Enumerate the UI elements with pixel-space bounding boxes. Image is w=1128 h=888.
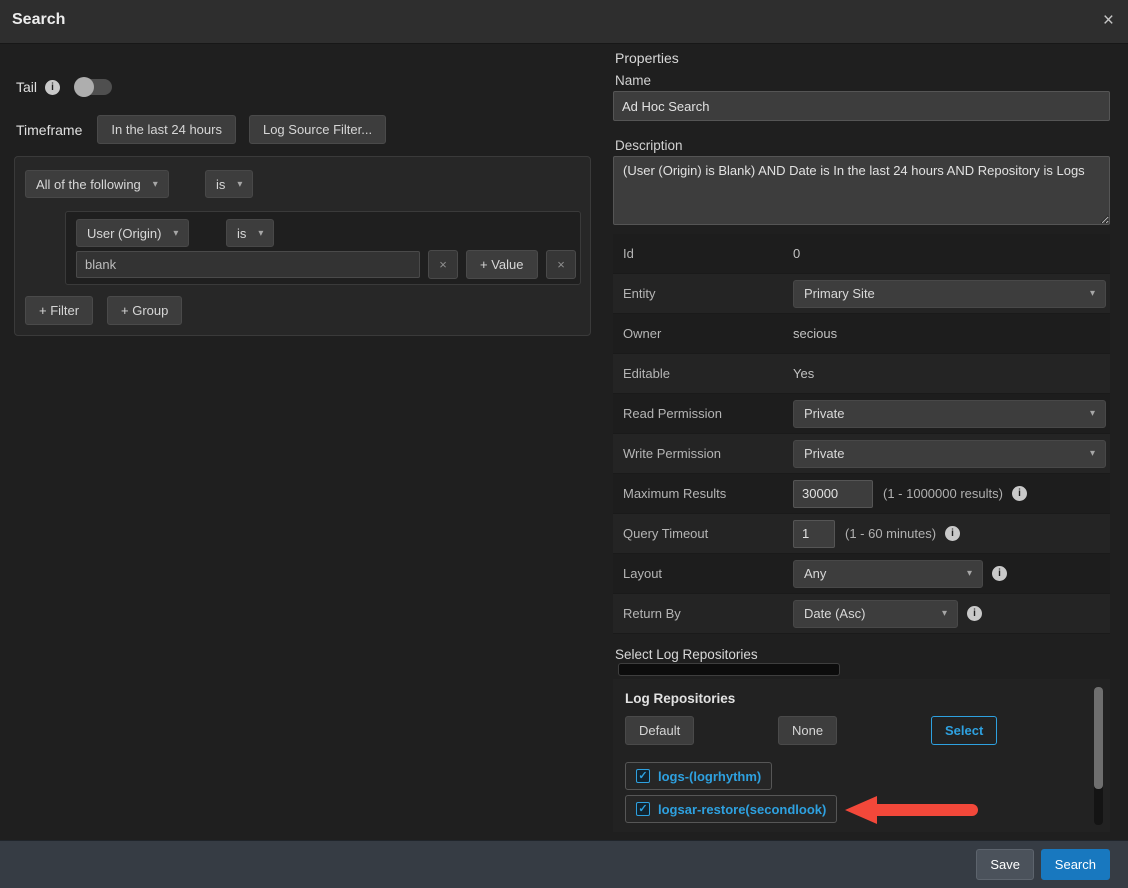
repo-item-logs-logrhythm[interactable]: ✓ logs-(logrhythm)	[625, 762, 772, 790]
chevron-down-icon: ▾	[1090, 448, 1095, 459]
description-label: Description	[615, 138, 683, 153]
entity-dropdown[interactable]: Primary Site ▾	[793, 280, 1106, 308]
properties-heading: Properties	[615, 50, 679, 66]
save-button[interactable]: Save	[976, 849, 1034, 880]
chevron-down-icon: ▾	[967, 568, 972, 579]
prop-row-layout: Layout Any ▾ i	[613, 554, 1110, 594]
log-repositories-title: Log Repositories	[625, 691, 735, 706]
select-log-repositories-heading: Select Log Repositories	[615, 647, 758, 662]
arrow-head	[845, 796, 877, 824]
prop-label: Editable	[623, 366, 793, 381]
return-by-dropdown[interactable]: Date (Asc) ▾	[793, 600, 958, 628]
default-button[interactable]: Default	[625, 716, 694, 745]
info-icon[interactable]: i	[1012, 486, 1027, 501]
properties-table: Id 0 Entity Primary Site ▾ Owner secious…	[613, 234, 1110, 634]
group-condition-dropdown[interactable]: is ▾	[205, 170, 253, 198]
none-button[interactable]: None	[778, 716, 837, 745]
dialog-footer: Save Search	[0, 840, 1128, 888]
info-icon[interactable]: i	[945, 526, 960, 541]
prop-row-owner: Owner secious	[613, 314, 1110, 354]
close-icon[interactable]: ×	[1103, 9, 1114, 33]
rule-field-dropdown[interactable]: User (Origin) ▾	[76, 219, 189, 247]
add-filter-button[interactable]: + Filter	[25, 296, 93, 325]
dialog-title: Search	[12, 11, 65, 29]
checkbox-checked-icon[interactable]: ✓	[636, 802, 650, 816]
prop-label: Maximum Results	[623, 486, 793, 501]
layout-dropdown[interactable]: Any ▾	[793, 560, 983, 588]
write-permission-dropdown[interactable]: Private ▾	[793, 440, 1106, 468]
repo-item-label: logsar-restore(secondlook)	[658, 802, 826, 817]
read-permission-dropdown[interactable]: Private ▾	[793, 400, 1106, 428]
chevron-down-icon: ▾	[173, 228, 178, 239]
filter-rule: User (Origin) ▾ is ▾ × + Value ×	[65, 211, 581, 285]
prop-row-read-permission: Read Permission Private ▾	[613, 394, 1110, 434]
prop-label: Read Permission	[623, 406, 793, 421]
repo-item-logsar-restore-secondlook[interactable]: ✓ logsar-restore(secondlook)	[625, 795, 837, 823]
arrow-bar	[875, 804, 978, 816]
group-operator-dropdown[interactable]: All of the following ▾	[25, 170, 169, 198]
rule-value-input[interactable]	[76, 251, 420, 278]
search-button[interactable]: Search	[1041, 849, 1110, 880]
prop-value: Yes	[793, 366, 814, 381]
prop-label: Owner	[623, 326, 793, 341]
prop-row-maximum-results: Maximum Results (1 - 1000000 results) i	[613, 474, 1110, 514]
name-label: Name	[615, 73, 651, 88]
range-hint: (1 - 1000000 results)	[883, 486, 1003, 501]
chevron-down-icon: ▾	[258, 228, 263, 239]
timeframe-button[interactable]: In the last 24 hours	[97, 115, 236, 144]
prop-row-return-by: Return By Date (Asc) ▾ i	[613, 594, 1110, 634]
prop-label: Query Timeout	[623, 526, 793, 541]
remove-rule-button[interactable]: ×	[546, 250, 576, 279]
query-timeout-input[interactable]	[793, 520, 835, 548]
prop-label: Id	[623, 246, 793, 261]
prop-label: Return By	[623, 606, 793, 621]
tail-row: Tail i	[16, 79, 112, 95]
prop-row-query-timeout: Query Timeout (1 - 60 minutes) i	[613, 514, 1110, 554]
prop-label: Write Permission	[623, 446, 793, 461]
tail-toggle[interactable]	[76, 79, 112, 95]
prop-row-entity: Entity Primary Site ▾	[613, 274, 1110, 314]
timeframe-label: Timeframe	[16, 122, 82, 138]
tail-info-icon[interactable]: i	[45, 80, 60, 95]
log-source-filter-button[interactable]: Log Source Filter...	[249, 115, 386, 144]
toggle-knob	[74, 77, 94, 97]
chevron-down-icon: ▾	[1090, 408, 1095, 419]
maximum-results-input[interactable]	[793, 480, 873, 508]
clipped-scrolled-element	[618, 663, 840, 676]
chevron-down-icon: ▾	[942, 608, 947, 619]
dialog-titlebar: Search ×	[0, 0, 1128, 44]
repo-scrollbar-thumb[interactable]	[1094, 687, 1103, 789]
prop-value: secious	[793, 326, 837, 341]
chevron-down-icon: ▾	[237, 179, 242, 190]
prop-row-write-permission: Write Permission Private ▾	[613, 434, 1110, 474]
repo-item-label: logs-(logrhythm)	[658, 769, 761, 784]
red-annotation-arrow	[845, 796, 981, 824]
rule-condition-dropdown[interactable]: is ▾	[226, 219, 274, 247]
info-icon[interactable]: i	[967, 606, 982, 621]
range-hint: (1 - 60 minutes)	[845, 526, 936, 541]
name-input[interactable]	[613, 91, 1110, 121]
info-icon[interactable]: i	[992, 566, 1007, 581]
filter-group: All of the following ▾ is ▾ User (Origin…	[14, 156, 591, 336]
remove-value-button[interactable]: ×	[428, 250, 458, 279]
checkbox-checked-icon[interactable]: ✓	[636, 769, 650, 783]
repo-scrollbar-track[interactable]	[1094, 687, 1103, 825]
prop-row-editable: Editable Yes	[613, 354, 1110, 394]
prop-label: Entity	[623, 286, 793, 301]
select-button[interactable]: Select	[931, 716, 997, 745]
prop-row-id: Id 0	[613, 234, 1110, 274]
timeframe-row: Timeframe In the last 24 hours Log Sourc…	[16, 115, 386, 144]
chevron-down-icon: ▾	[153, 179, 158, 190]
add-value-button[interactable]: + Value	[466, 250, 538, 279]
tail-label: Tail	[16, 79, 37, 95]
chevron-down-icon: ▾	[1090, 288, 1095, 299]
prop-value: 0	[793, 246, 800, 261]
add-group-button[interactable]: + Group	[107, 296, 182, 325]
description-textarea[interactable]: (User (Origin) is Blank) AND Date is In …	[613, 156, 1110, 225]
prop-label: Layout	[623, 566, 793, 581]
